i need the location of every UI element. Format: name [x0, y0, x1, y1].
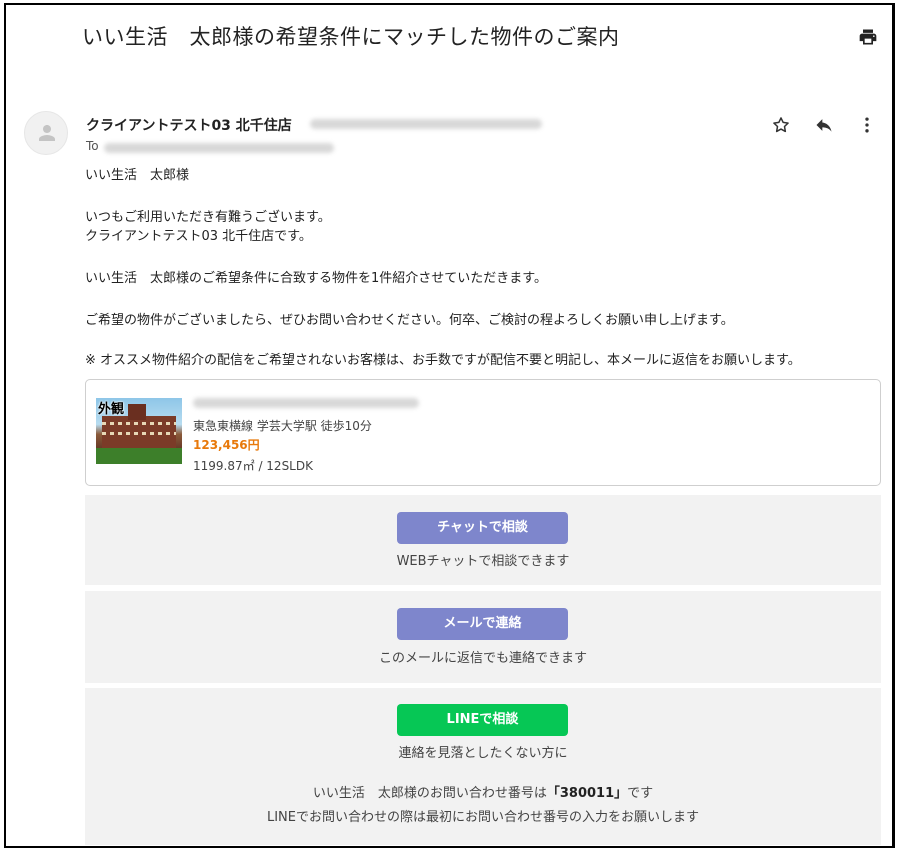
to-label: To	[86, 139, 99, 153]
inquiry-prefix: いい生活 太郎様のお問い合わせ番号は	[312, 786, 547, 801]
chat-section: チャットで相談 WEBチャットで相談できます	[85, 495, 881, 585]
chat-button[interactable]: チャットで相談	[397, 512, 568, 544]
intro-text-1: いつもご利用いただき有難うございます。	[85, 210, 331, 225]
greeting-text: いい生活 太郎様	[85, 168, 190, 183]
chat-caption: WEBチャットで相談できます	[396, 554, 570, 569]
intro-text-2: クライアントテスト03 北千住店です。	[85, 229, 312, 244]
unsubscribe-notice: ※ オススメ物件紹介の配信をご希望されないお客様は、お手数ですが配信不要と明記し…	[85, 353, 801, 368]
sender-avatar	[24, 111, 68, 155]
line-instruction: LINEでお問い合わせの際は最初にお問い合わせ番号の入力をお願いします	[266, 810, 699, 825]
property-card[interactable]: 外観 東急東横線 学芸大学駅 徒歩10分 123,456円 1199.87㎡ /…	[85, 379, 881, 486]
property-area-layout: 1199.87㎡ / 12SLDK	[193, 459, 313, 473]
mail-button[interactable]: メールで連絡	[397, 608, 568, 640]
mail-section: メールで連絡 このメールに返信でも連絡できます	[85, 591, 881, 683]
line-button[interactable]: LINEで相談	[397, 704, 568, 736]
email-subject: いい生活 太郎様の希望条件にマッチした物件のご案内	[82, 25, 620, 49]
intro-text-4: ご希望の物件がございましたら、ぜひお問い合わせください。何卒、ご検討の程よろしく…	[85, 313, 734, 328]
inquiry-number: 「380011」	[546, 786, 628, 801]
property-thumbnail: 外観	[96, 398, 182, 464]
recipient-email-redacted	[104, 143, 334, 153]
inquiry-suffix: です	[627, 786, 654, 801]
sender-name: クライアントテスト03 北千住店	[86, 118, 292, 134]
property-name-redacted	[193, 398, 419, 408]
print-icon[interactable]	[858, 27, 878, 47]
mail-caption: このメールに返信でも連絡できます	[378, 651, 587, 666]
inquiry-number-text: いい生活 太郎様のお問い合わせ番号は「380011」です	[85, 782, 881, 801]
star-icon[interactable]	[771, 115, 791, 135]
reply-icon[interactable]	[814, 115, 834, 135]
sender-email-redacted	[310, 119, 542, 129]
email-view: いい生活 太郎様の希望条件にマッチした物件のご案内 クライアントテスト03 北千…	[4, 3, 895, 848]
thumbnail-label: 外観	[98, 402, 125, 417]
intro-text-3: いい生活 太郎様のご希望条件に合致する物件を1件紹介させていただきます。	[85, 271, 547, 286]
person-icon	[39, 125, 55, 141]
line-section: LINEで相談 連絡を見落としたくない方に いい生活 太郎様のお問い合わせ番号は…	[85, 688, 881, 845]
property-station: 東急東横線 学芸大学駅 徒歩10分	[193, 419, 372, 433]
more-vert-icon[interactable]	[857, 115, 877, 135]
line-caption: 連絡を見落としたくない方に	[398, 746, 568, 761]
property-price: 123,456円	[193, 438, 260, 452]
